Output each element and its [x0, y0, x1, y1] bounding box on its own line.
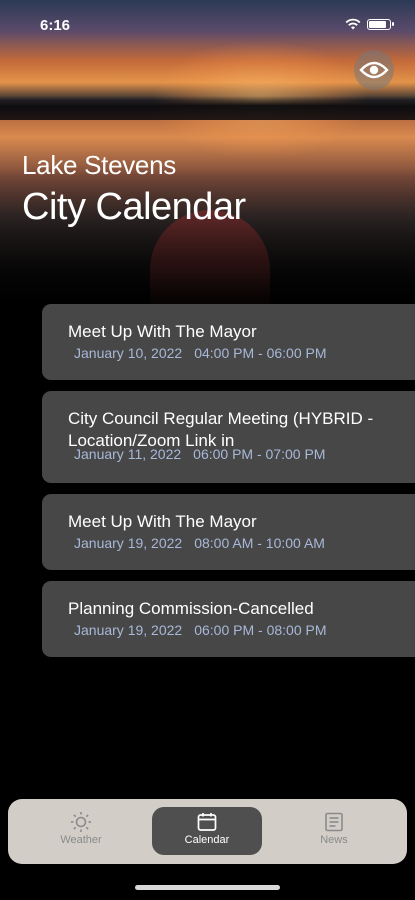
event-datetime: January 19, 2022 06:00 PM - 08:00 PM	[68, 622, 415, 638]
event-date: January 10, 2022	[74, 345, 183, 361]
event-time: 06:00 PM - 07:00 PM	[193, 446, 326, 462]
tab-calendar[interactable]: Calendar	[152, 807, 262, 855]
city-name: Lake Stevens	[22, 150, 176, 180]
event-time: 08:00 AM - 10:00 AM	[194, 535, 325, 551]
calendar-icon	[197, 813, 217, 831]
event-date: January 19, 2022	[74, 535, 183, 551]
event-card[interactable]: City Council Regular Meeting (HYBRID - L…	[42, 391, 415, 483]
event-datetime: January 10, 2022 04:00 PM - 06:00 PM	[68, 345, 415, 361]
event-list: Meet Up With The Mayor January 10, 2022 0…	[42, 304, 415, 668]
event-time: 06:00 PM - 08:00 PM	[194, 622, 327, 638]
home-indicator[interactable]	[135, 885, 280, 890]
tab-bar: Weather Calendar News	[8, 799, 407, 864]
tab-label: News	[320, 834, 348, 846]
event-datetime: January 19, 2022 08:00 AM - 10:00 AM	[68, 535, 415, 551]
eye-icon	[359, 61, 389, 79]
wifi-icon	[345, 18, 361, 30]
visibility-toggle-button[interactable]	[354, 50, 394, 90]
status-bar: 6:16	[0, 0, 415, 50]
event-title: Meet Up With The Mayor	[68, 512, 257, 531]
status-icons	[345, 18, 394, 30]
tab-label: Weather	[60, 834, 102, 846]
event-datetime: January 11, 2022 06:00 PM - 07:00 PM	[68, 446, 415, 462]
battery-icon	[367, 18, 394, 30]
tab-weather[interactable]: Weather	[26, 807, 136, 855]
event-card[interactable]: Meet Up With The Mayor January 10, 2022 0…	[42, 304, 415, 380]
tab-news[interactable]: News	[279, 807, 389, 855]
tab-label: Calendar	[184, 834, 230, 846]
sun-icon	[71, 812, 91, 832]
event-title: Planning Commission-Cancelled	[68, 599, 314, 618]
event-card[interactable]: Planning Commission-Cancelled January 19…	[42, 581, 415, 657]
event-date: January 19, 2022	[74, 622, 183, 638]
event-card[interactable]: Meet Up With The Mayor January 19, 2022 0…	[42, 494, 415, 570]
event-date: January 11, 2022	[74, 446, 182, 462]
status-time: 6:16	[40, 17, 71, 34]
newspaper-icon	[325, 812, 343, 832]
page-title: City Calendar	[22, 186, 246, 228]
event-time: 04:00 PM - 06:00 PM	[194, 345, 327, 361]
event-title: Meet Up With The Mayor	[68, 322, 257, 341]
